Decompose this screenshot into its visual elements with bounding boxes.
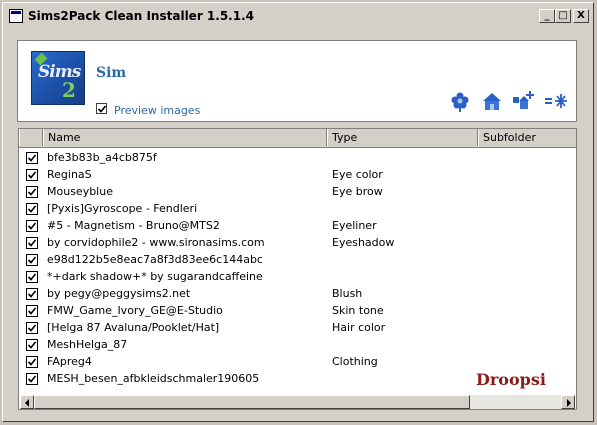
item-checkbox[interactable] [26, 322, 38, 334]
item-name: [Helga 87 Avaluna/Pooklet/Hat] [47, 321, 220, 334]
list-item[interactable]: by corvidophile2 - www.sironasims.com Eye… [19, 234, 576, 251]
list-item[interactable]: by pegy@peggysims2.net Blush [19, 285, 576, 302]
list-rows: bfe3b83b_a4cb875f ReginaS Eye color Mouse… [19, 149, 576, 387]
item-name: by corvidophile2 - www.sironasims.com [47, 236, 265, 249]
item-checkbox[interactable] [26, 305, 38, 317]
scroll-left-button[interactable] [20, 395, 34, 409]
item-checkbox[interactable] [26, 169, 38, 181]
home-icon[interactable] [481, 91, 503, 111]
item-type: Clothing [332, 355, 378, 368]
item-type: Hair color [332, 321, 386, 334]
item-name: *+dark shadow+* by sugarandcaffeine [47, 270, 263, 283]
list-item[interactable]: [Pyxis]Gyroscope - Fendleri [19, 200, 576, 217]
item-name: MeshHelga_87 [47, 338, 128, 351]
sims2-logo-icon: Sims 2 [31, 51, 85, 105]
arrow-right-icon [567, 399, 571, 407]
app-window-icon [9, 9, 23, 23]
list-item[interactable]: MeshHelga_87 [19, 336, 576, 353]
list-item[interactable]: [Helga 87 Avaluna/Pooklet/Hat] Hair color [19, 319, 576, 336]
item-name: e98d122b5e8eac7a8f3d83ee6c144abc [47, 253, 263, 266]
item-type: Eyeshadow [332, 236, 395, 249]
scroll-right-button[interactable] [561, 395, 575, 409]
close-button[interactable]: X [573, 9, 589, 23]
item-type: Eyeliner [332, 219, 377, 232]
minimize-button[interactable]: _ [539, 9, 555, 23]
list-item[interactable]: *+dark shadow+* by sugarandcaffeine [19, 268, 576, 285]
title-bar[interactable]: Sims2Pack Clean Installer 1.5.1.4 _ □ X [6, 6, 590, 28]
item-type: Blush [332, 287, 363, 300]
list-item[interactable]: ReginaS Eye color [19, 166, 576, 183]
item-name: [Pyxis]Gyroscope - Fendleri [47, 202, 198, 215]
package-name: Sim [96, 65, 127, 81]
package-header-panel: Sims 2 Sim Preview images [17, 40, 577, 122]
item-type: Eye brow [332, 185, 383, 198]
item-checkbox[interactable] [26, 288, 38, 300]
list-item[interactable]: FApreg4 Clothing [19, 353, 576, 370]
item-name: #5 - Magnetism - Bruno@MTS2 [47, 219, 220, 232]
watermark: Droopsi [476, 370, 546, 389]
item-name: MESH_besen_afbkleidschmaler190605 [47, 372, 260, 385]
flower-icon[interactable] [450, 91, 470, 113]
list-item[interactable]: e98d122b5e8eac7a8f3d83ee6c144abc [19, 251, 576, 268]
list-item[interactable]: Mouseyblue Eye brow [19, 183, 576, 200]
item-name: FMW_Game_Ivory_GE@E-Studio [47, 304, 223, 317]
scrollbar-thumb[interactable] [34, 395, 470, 409]
item-name: bfe3b83b_a4cb875f [47, 151, 157, 164]
item-name: FApreg4 [47, 355, 92, 368]
list-header: Name Type Subfolder [19, 129, 576, 148]
item-name: Mouseyblue [47, 185, 113, 198]
item-checkbox[interactable] [26, 339, 38, 351]
column-header-check[interactable] [19, 129, 43, 146]
item-name: by pegy@peggysims2.net [47, 287, 191, 300]
item-type: Skin tone [332, 304, 384, 317]
item-checkbox[interactable] [26, 237, 38, 249]
item-checkbox[interactable] [26, 271, 38, 283]
column-header-name[interactable]: Name [43, 129, 327, 146]
preview-images-label[interactable]: Preview images [114, 104, 200, 117]
item-checkbox[interactable] [26, 186, 38, 198]
item-checkbox[interactable] [26, 373, 38, 385]
item-checkbox[interactable] [26, 152, 38, 164]
snowflake-arrow-icon[interactable] [544, 93, 568, 109]
maximize-button[interactable]: □ [555, 9, 571, 23]
lot-add-icon[interactable] [512, 89, 536, 111]
item-checkbox[interactable] [26, 254, 38, 266]
item-type: Eye color [332, 168, 383, 181]
item-checkbox[interactable] [26, 220, 38, 232]
list-item[interactable]: bfe3b83b_a4cb875f [19, 149, 576, 166]
item-name: ReginaS [47, 168, 92, 181]
list-item[interactable]: FMW_Game_Ivory_GE@E-Studio Skin tone [19, 302, 576, 319]
window-title: Sims2Pack Clean Installer 1.5.1.4 [28, 9, 254, 23]
column-header-type[interactable]: Type [327, 129, 478, 146]
file-list: Name Type Subfolder bfe3b83b_a4cb875f Re… [18, 128, 577, 410]
column-header-subfolder[interactable]: Subfolder [478, 129, 576, 146]
item-checkbox[interactable] [26, 356, 38, 368]
item-checkbox[interactable] [26, 203, 38, 215]
preview-images-checkbox[interactable] [96, 103, 107, 114]
list-item[interactable]: #5 - Magnetism - Bruno@MTS2 Eyeliner [19, 217, 576, 234]
horizontal-scrollbar[interactable] [20, 395, 575, 409]
arrow-left-icon [25, 399, 29, 407]
